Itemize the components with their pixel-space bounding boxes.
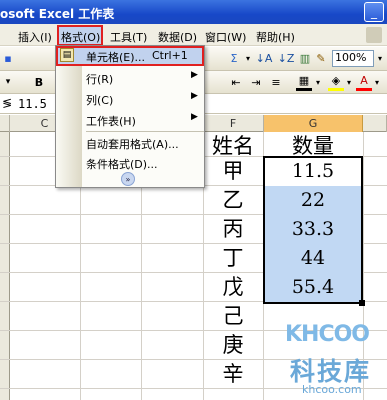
zoom-dropdown-icon[interactable]: ▾ <box>376 49 384 67</box>
fx-icon: ≶ <box>2 96 13 110</box>
minimize-icon[interactable]: _ <box>364 2 384 22</box>
align-icon[interactable]: ≡ <box>268 73 284 91</box>
header-cell-quantity[interactable]: 数量 <box>264 132 362 158</box>
header-cell-name[interactable]: 姓名 <box>203 132 263 158</box>
toolbar-icon[interactable]: ▪ <box>3 49 13 67</box>
menu-item-label: 单元格(E)... <box>86 51 146 64</box>
column-g-label: G <box>308 117 318 130</box>
chevron-down-icon[interactable]: ▾ <box>244 49 252 67</box>
menu-item-conditional-format[interactable]: 条件格式(D)... <box>56 153 203 173</box>
column-header[interactable] <box>363 115 387 132</box>
menu-item-label: 自动套用格式(A)... <box>86 138 179 151</box>
menu-item-worksheet[interactable]: 工作表(H) ▶ <box>56 110 203 130</box>
font-color-icon[interactable]: A <box>356 73 372 91</box>
name-cell[interactable]: 戊 <box>203 273 263 302</box>
column-header-g[interactable]: G <box>264 115 363 132</box>
column-f-label: F <box>229 117 237 130</box>
menu-separator <box>86 131 204 132</box>
chevron-down-icon[interactable]: ▾ <box>345 73 353 91</box>
chevron-down-icon[interactable]: ▾ <box>314 73 322 91</box>
name-cell[interactable]: 丙 <box>203 215 263 244</box>
menu-item-cells[interactable]: 单元格(E)... Ctrl+1 <box>56 48 203 68</box>
close-workbook-icon[interactable] <box>366 27 382 43</box>
menu-item-row[interactable]: 行(R) ▶ <box>56 68 203 88</box>
menu-help[interactable]: 帮助(H) <box>256 29 295 45</box>
menu-item-column[interactable]: 列(C) ▶ <box>56 89 203 109</box>
zoom-select[interactable]: 100% <box>332 50 374 67</box>
menu-item-autoformat[interactable]: 自动套用格式(A)... <box>56 133 203 153</box>
chevron-down-icon[interactable]: ▾ <box>3 73 13 91</box>
menu-item-label: 工作表(H) <box>86 115 136 128</box>
formula-value[interactable]: 11.5 <box>18 97 47 111</box>
expand-menu-icon[interactable]: » <box>121 172 135 186</box>
menu-item-label: 条件格式(D)... <box>86 158 158 171</box>
sort-asc-icon[interactable]: ↓A <box>255 49 273 67</box>
name-cell[interactable]: 庚 <box>203 331 263 360</box>
column-header-f[interactable]: F <box>203 115 264 132</box>
menu-window[interactable]: 窗口(W) <box>205 29 246 45</box>
watermark-logo: KHCOO <box>285 322 370 347</box>
name-cell[interactable]: 辛 <box>203 360 263 389</box>
menu-tools[interactable]: 工具(T) <box>110 29 147 45</box>
menu-item-label: 列(C) <box>86 94 114 107</box>
menu-data[interactable]: 数据(D) <box>158 29 197 45</box>
sigma-icon[interactable]: Σ <box>226 49 242 67</box>
decrease-indent-icon[interactable]: ⇤ <box>228 73 244 91</box>
bold-button[interactable]: B <box>32 73 46 91</box>
name-cell[interactable]: 甲 <box>203 157 263 186</box>
name-cell[interactable]: 丁 <box>203 244 263 273</box>
chart-icon[interactable]: ▥ <box>298 49 312 67</box>
sort-desc-icon[interactable]: ↓Z <box>277 49 295 67</box>
title-bar: osoft Excel 工作表 _ <box>0 0 387 24</box>
corner-cell[interactable] <box>0 115 10 132</box>
submenu-arrow-icon: ▶ <box>191 70 198 80</box>
submenu-arrow-icon: ▶ <box>191 91 198 101</box>
menu-item-shortcut: Ctrl+1 <box>152 49 188 62</box>
menu-format[interactable]: 格式(O) <box>61 29 100 45</box>
fill-handle[interactable] <box>359 300 365 306</box>
selection-border <box>263 156 363 304</box>
watermark-url: khcoo.com <box>302 383 362 396</box>
fill-color-icon[interactable]: ◈ <box>328 73 344 91</box>
window-title: osoft Excel 工作表 <box>0 7 115 21</box>
menu-insert[interactable]: 插入(I) <box>18 29 52 45</box>
chevron-down-icon[interactable]: ▾ <box>373 73 381 91</box>
drawing-icon[interactable]: ✎ <box>314 49 328 67</box>
menu-item-label: 行(R) <box>86 73 114 86</box>
column-c-label: C <box>40 117 49 130</box>
name-cell[interactable]: 己 <box>203 302 263 331</box>
name-cell[interactable]: 乙 <box>203 186 263 215</box>
submenu-arrow-icon: ▶ <box>191 112 198 122</box>
increase-indent-icon[interactable]: ⇥ <box>248 73 264 91</box>
borders-icon[interactable]: ▦ <box>296 73 312 91</box>
